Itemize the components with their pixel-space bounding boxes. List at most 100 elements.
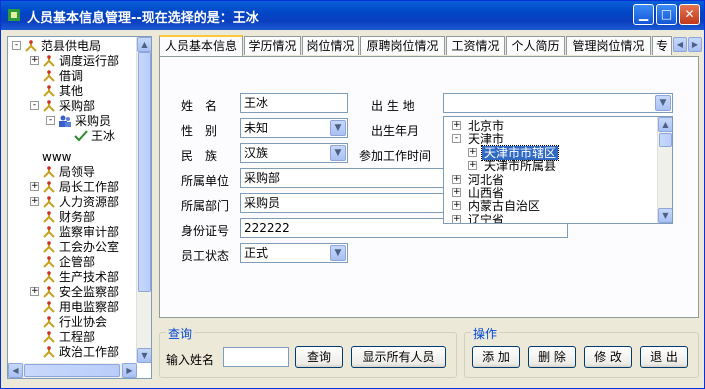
expand-icon[interactable]: +: [30, 197, 39, 206]
tree-node[interactable]: - 采购员: [46, 114, 137, 128]
tab-more[interactable]: 专: [652, 36, 672, 55]
chevron-down-icon[interactable]: ▼: [330, 120, 346, 136]
tree-node[interactable]: 企管部: [30, 255, 137, 269]
tab-scroll-right[interactable]: ▶: [688, 37, 702, 52]
tab-position[interactable]: 岗位情况: [302, 36, 359, 55]
tab-education[interactable]: 学历情况: [244, 36, 301, 55]
department-tree[interactable]: - 范县供电局 + 调度运行部 借调 其他 - 采购部 - 采购员 王冰 www 局领导 + 局长工作部 + 人…: [7, 36, 152, 379]
tree-node[interactable]: 财务部: [30, 210, 137, 224]
tree-node[interactable]: 局领导: [30, 165, 137, 179]
dropdown-scrollbar[interactable]: ▲ ▼: [657, 117, 672, 223]
scroll-down-button[interactable]: ▼: [658, 208, 672, 223]
ethnic-select[interactable]: 汉族 ▼: [240, 143, 348, 163]
tree-node[interactable]: 行业协会: [30, 315, 137, 329]
scroll-thumb[interactable]: [659, 133, 672, 147]
collapse-icon[interactable]: -: [30, 101, 39, 110]
add-button[interactable]: 添 加: [472, 346, 520, 368]
expand-icon[interactable]: +: [30, 182, 39, 191]
tab-scroll-left[interactable]: ◀: [673, 37, 687, 52]
birthplace-label: 出 生 地: [371, 99, 415, 113]
close-button[interactable]: ✕: [679, 4, 700, 25]
scroll-right-button[interactable]: ▶: [122, 363, 137, 378]
tab-management-position[interactable]: 管理岗位情况: [566, 36, 651, 55]
dropdown-item-label: 辽宁省: [468, 212, 505, 224]
name-field[interactable]: 王冰: [240, 93, 348, 113]
dropdown-item[interactable]: + 辽宁省: [452, 212, 657, 224]
tree-horizontal-scrollbar[interactable]: ◀ ▶: [8, 363, 137, 378]
title-bar[interactable]: 人员基本信息管理--现在选择的是：王冰 ▁ □ ✕: [1, 1, 704, 30]
arrow-left-icon: ◀: [676, 40, 684, 49]
h-scroll-thumb[interactable]: [24, 364, 120, 377]
tree-node[interactable]: + 调度运行部: [30, 54, 137, 68]
scroll-thumb[interactable]: [138, 52, 151, 292]
edit-button[interactable]: 修 改: [584, 346, 632, 368]
tree-node[interactable]: 借调: [30, 69, 137, 83]
exit-button[interactable]: 退 出: [640, 346, 688, 368]
collapse-icon[interactable]: -: [46, 116, 55, 125]
delete-button[interactable]: 删 除: [528, 346, 576, 368]
birthplace-select[interactable]: ▼: [443, 93, 673, 113]
org-node-icon: [42, 211, 56, 223]
query-name-input[interactable]: [223, 347, 289, 367]
chevron-down-icon[interactable]: ▼: [330, 245, 346, 261]
birthplace-dropdown-tree[interactable]: + 北京市 - 天津市 + 天津市市辖区 + 天津市所属县 + 河北省 + 山西省 + 内蒙古自治区 + 辽宁…: [443, 116, 673, 224]
tree-node[interactable]: + 局长工作部: [30, 180, 137, 194]
tree-node-label: 王冰: [91, 129, 116, 143]
tree-node[interactable]: + 安全监察部: [30, 285, 137, 299]
expand-icon[interactable]: +: [452, 188, 461, 197]
tree-node[interactable]: 工会办公室: [30, 240, 137, 254]
tree-node-label: 监察审计部: [59, 225, 120, 239]
dropdown-item[interactable]: + 山西省: [452, 186, 657, 200]
tab-resume[interactable]: 个人简历: [506, 36, 565, 55]
org-node-icon: [42, 316, 56, 328]
dropdown-item[interactable]: - 天津市: [452, 132, 657, 146]
scroll-up-button[interactable]: ▲: [137, 37, 151, 52]
tree-node[interactable]: 工程部: [30, 330, 137, 344]
collapse-icon[interactable]: -: [452, 134, 461, 144]
status-select[interactable]: 正式 ▼: [240, 243, 348, 263]
collapse-icon[interactable]: -: [12, 41, 21, 50]
dropdown-item[interactable]: + 内蒙古自治区: [452, 199, 657, 213]
tree-node[interactable]: 用电监察部: [30, 300, 137, 314]
tree-node[interactable]: 监察审计部: [30, 225, 137, 239]
tree-node[interactable]: 生产技术部: [30, 270, 137, 284]
expand-icon[interactable]: +: [452, 214, 461, 223]
gender-select[interactable]: 未知 ▼: [240, 118, 348, 138]
minimize-button[interactable]: ▁: [633, 4, 654, 25]
tree-node-label: 人力资源部: [59, 195, 120, 209]
tab-former-position[interactable]: 原聘岗位情况: [360, 36, 445, 55]
maximize-button[interactable]: □: [656, 4, 677, 25]
expand-icon[interactable]: +: [452, 174, 461, 184]
query-button[interactable]: 查询: [295, 346, 343, 368]
dropdown-item-selected[interactable]: + 天津市市辖区: [468, 144, 657, 161]
dropdown-item[interactable]: + 河北省: [452, 173, 657, 187]
chevron-down-icon[interactable]: ▼: [655, 95, 671, 111]
dept-field[interactable]: 采购员: [240, 193, 450, 213]
tab-salary[interactable]: 工资情况: [446, 36, 505, 55]
scroll-down-button[interactable]: ▼: [137, 348, 151, 363]
unit-field[interactable]: 采购部: [240, 168, 450, 188]
dropdown-item[interactable]: + 天津市所属县: [468, 159, 657, 173]
tree-node[interactable]: www: [30, 150, 137, 164]
expand-icon[interactable]: +: [452, 201, 461, 211]
scroll-up-button[interactable]: ▲: [658, 117, 672, 132]
expand-icon[interactable]: +: [468, 161, 477, 171]
scroll-left-button[interactable]: ◀: [8, 363, 23, 378]
tree-node[interactable]: - 采购部: [30, 99, 137, 113]
expand-icon[interactable]: +: [30, 56, 39, 65]
expand-icon[interactable]: +: [30, 287, 39, 296]
tab-basic-info[interactable]: 人员基本信息: [159, 35, 243, 56]
expand-icon[interactable]: +: [452, 121, 461, 130]
tree-node[interactable]: + 人力资源部: [30, 195, 137, 209]
dropdown-item-label: 天津市市辖区: [480, 144, 560, 161]
tree-node[interactable]: 其他: [30, 84, 137, 98]
tree-node-selected[interactable]: 王冰: [62, 129, 137, 143]
org-node-icon: [42, 85, 56, 97]
chevron-down-icon[interactable]: ▼: [330, 145, 346, 161]
tree-node[interactable]: - 范县供电局: [12, 39, 137, 53]
tree-node[interactable]: 政治工作部: [30, 345, 137, 359]
expand-icon[interactable]: +: [468, 147, 477, 157]
dropdown-item[interactable]: + 北京市: [452, 119, 657, 133]
show-all-button[interactable]: 显示所有人员: [351, 346, 446, 368]
tree-vertical-scrollbar[interactable]: ▲ ▼: [136, 37, 151, 363]
